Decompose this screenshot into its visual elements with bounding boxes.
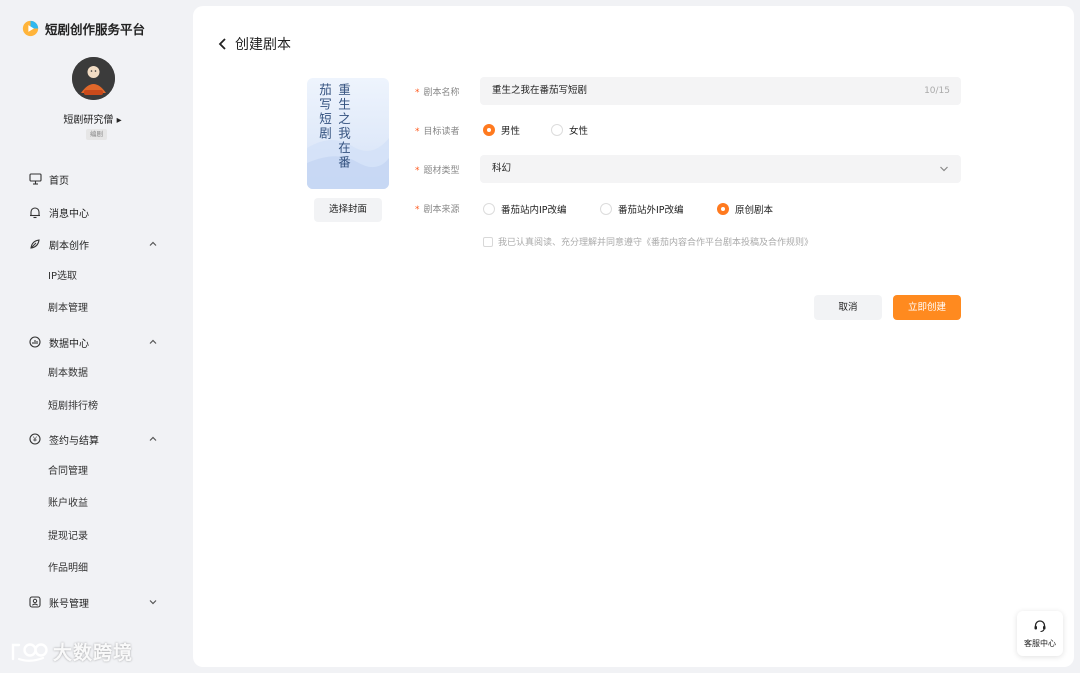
avatar-image <box>72 57 115 100</box>
audience-female-label: 女性 <box>569 126 589 137</box>
radio-selected-icon <box>717 203 729 215</box>
genre-selected-value: 科幻 <box>492 163 512 174</box>
nav-item-data-center[interactable]: 数据中心 <box>0 326 185 358</box>
chevron-down-icon <box>149 600 157 605</box>
audience-female-radio[interactable]: 女性 <box>551 123 588 137</box>
customer-service-button[interactable]: 客服中心 <box>1017 611 1063 656</box>
chevron-up-icon <box>149 339 157 344</box>
source-inside-ip-label: 番茄站内IP改编 <box>501 205 567 216</box>
choose-cover-button[interactable]: 选择封面 <box>314 198 382 222</box>
nav-item-script-data[interactable]: 剧本数据 <box>48 358 88 390</box>
username[interactable]: 短剧研究僧 ▸ <box>0 111 185 126</box>
required-mark: * <box>415 88 420 98</box>
nav-item-work-details[interactable]: 作品明细 <box>48 553 88 585</box>
audience-label: * 目标读者 <box>415 124 460 137</box>
agreement-text: 我已认真阅读、充分理解并同意遵守《番茄内容合作平台剧本投稿及合作规则》 <box>498 238 814 248</box>
chevron-up-icon <box>149 436 157 441</box>
bell-icon <box>28 205 42 219</box>
monitor-icon <box>28 172 42 186</box>
source-label: * 剧本来源 <box>415 202 460 215</box>
nav-item-home[interactable]: 首页 <box>0 163 185 195</box>
agreement-row[interactable]: 我已认真阅读、充分理解并同意遵守《番茄内容合作平台剧本投稿及合作规则》 <box>483 235 813 248</box>
audience-label-text: 目标读者 <box>423 127 460 137</box>
script-name-value: 重生之我在番茄写短剧 <box>492 85 588 96</box>
coin-icon: ¥ <box>28 432 42 446</box>
back-arrow-icon[interactable] <box>217 37 229 51</box>
chevron-down-icon <box>940 166 948 172</box>
brand-title: 短剧创作服务平台 <box>45 22 146 37</box>
nav-item-script-creation[interactable]: 剧本创作 <box>0 228 185 260</box>
agreement-checkbox[interactable] <box>483 236 493 247</box>
avatar[interactable] <box>72 57 115 100</box>
genre-label-text: 题材类型 <box>423 166 460 176</box>
radio-unselected-icon <box>600 203 612 215</box>
nav-label-contract-settlement: 签约与结算 <box>49 435 99 447</box>
nav-label-script-creation: 剧本创作 <box>49 240 89 252</box>
nav-item-withdraw-records[interactable]: 提现记录 <box>48 521 88 553</box>
page-header: 创建剧本 <box>217 34 291 54</box>
watermark-logo-icon <box>11 642 48 662</box>
user-role-badge: 编剧 <box>86 129 107 140</box>
nav-label-home: 首页 <box>49 175 69 187</box>
nav-label-data-center: 数据中心 <box>49 338 89 350</box>
source-label-text: 剧本来源 <box>423 205 460 215</box>
source-outside-ip-radio[interactable]: 番茄站外IP改编 <box>600 202 684 216</box>
required-mark: * <box>415 127 420 137</box>
radio-selected-icon <box>483 124 495 136</box>
source-inside-ip-radio[interactable]: 番茄站内IP改编 <box>483 202 567 216</box>
customer-service-label: 客服中心 <box>1024 639 1056 648</box>
svg-text:¥: ¥ <box>33 437 37 444</box>
genre-label: * 题材类型 <box>415 163 460 176</box>
page-title: 创建剧本 <box>235 37 291 53</box>
chevron-up-icon <box>149 241 157 246</box>
radio-unselected-icon <box>483 203 495 215</box>
nav-item-contract-settlement[interactable]: ¥ 签约与结算 <box>0 423 185 455</box>
script-name-label-text: 剧本名称 <box>423 88 460 98</box>
nav-item-ip-selection[interactable]: IP选取 <box>48 261 77 293</box>
audience-male-label: 男性 <box>501 126 521 137</box>
nav-label-messages: 消息中心 <box>49 208 89 220</box>
radio-unselected-icon <box>551 124 563 136</box>
watermark-text: 大数跨境 <box>53 642 134 664</box>
script-name-label: * 剧本名称 <box>415 85 460 98</box>
create-now-button[interactable]: 立即创建 <box>893 295 961 320</box>
script-name-input[interactable]: 重生之我在番茄写短剧 10/15 <box>480 77 961 105</box>
source-original-radio[interactable]: 原创剧本 <box>717 202 773 216</box>
nav-label-account-management: 账号管理 <box>49 598 89 610</box>
feather-pen-icon <box>28 237 42 251</box>
source-outside-ip-label: 番茄站外IP改编 <box>618 205 684 216</box>
nav-item-account-income[interactable]: 账户收益 <box>48 488 88 520</box>
nav-item-contract-management[interactable]: 合同管理 <box>48 456 88 488</box>
watermark: 大数跨境 <box>10 638 133 665</box>
chart-icon <box>28 335 42 349</box>
script-name-char-count: 10/15 <box>924 86 950 96</box>
nav-item-messages[interactable]: 消息中心 <box>0 196 185 228</box>
required-mark: * <box>415 166 420 176</box>
user-card-icon <box>28 595 42 609</box>
required-mark: * <box>415 205 420 215</box>
sidebar: 短剧创作服务平台 短剧研究僧 ▸ 编剧 首页 消息中心 剧本创作 IP选取 剧本 <box>0 0 185 673</box>
audience-male-radio[interactable]: 男性 <box>483 123 520 137</box>
main-panel: 创建剧本 重生之我在番茄写短剧 选择封面 * 剧本名称 重生之我在番茄写短剧 10… <box>193 6 1074 667</box>
brand-logo-icon <box>22 20 39 37</box>
nav-item-script-management[interactable]: 剧本管理 <box>48 293 88 325</box>
nav-item-drama-ranking[interactable]: 短剧排行榜 <box>48 391 98 423</box>
cancel-button[interactable]: 取消 <box>814 295 882 320</box>
genre-select[interactable]: 科幻 <box>480 155 961 183</box>
cover-title: 重生之我在番茄写短剧 <box>317 83 351 170</box>
cover-preview[interactable]: 重生之我在番茄写短剧 <box>307 78 389 189</box>
brand[interactable]: 短剧创作服务平台 <box>22 19 145 38</box>
headset-icon <box>1034 620 1046 633</box>
source-original-label: 原创剧本 <box>735 205 774 216</box>
nav-item-account-management[interactable]: 账号管理 <box>0 586 185 618</box>
